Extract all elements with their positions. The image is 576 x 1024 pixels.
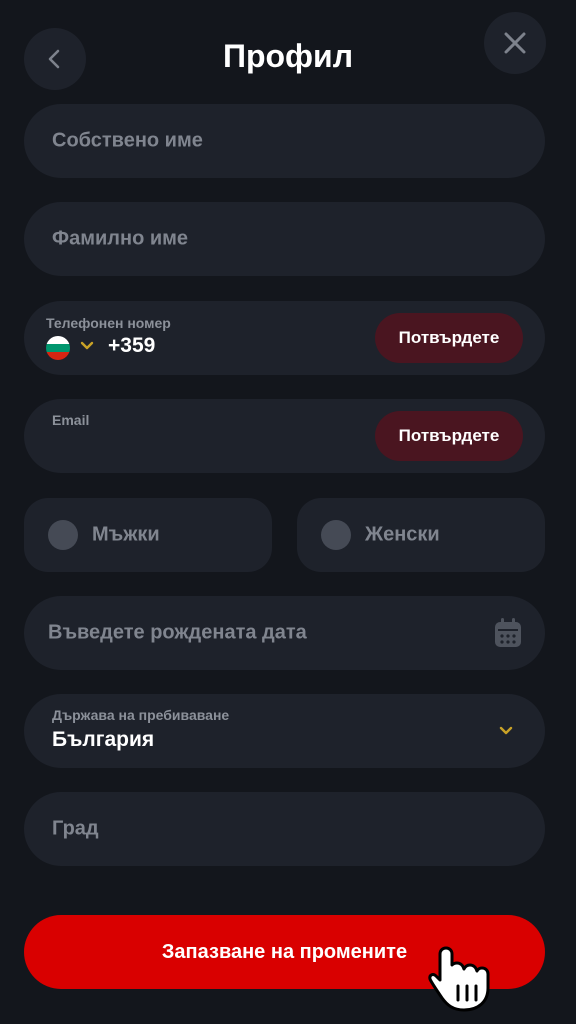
gender-female-option[interactable]: Женски xyxy=(297,498,545,572)
birthdate-field[interactable]: Въведете рождената дата xyxy=(24,596,545,670)
close-icon xyxy=(504,32,526,54)
bulgaria-flag-icon xyxy=(46,336,70,360)
last-name-placeholder: Фамилно име xyxy=(52,227,189,250)
country-field[interactable]: Държава на пребиваване България xyxy=(24,694,545,768)
phone-field[interactable]: Телефонен номер +359 Потвърдете xyxy=(24,301,545,375)
country-code: +359 xyxy=(108,334,156,357)
male-label: Мъжки xyxy=(92,523,160,546)
city-field[interactable]: Град xyxy=(24,792,545,866)
male-radio[interactable] xyxy=(48,520,78,550)
chevron-down-icon[interactable] xyxy=(499,726,513,736)
confirm-email-button[interactable]: Потвърдете xyxy=(375,411,523,461)
close-button[interactable] xyxy=(484,12,546,74)
email-field[interactable]: Email Потвърдете xyxy=(24,399,545,473)
female-label: Женски xyxy=(365,523,440,546)
first-name-placeholder: Собствено име xyxy=(52,129,203,152)
confirm-phone-button[interactable]: Потвърдете xyxy=(375,313,523,363)
birthdate-placeholder: Въведете рождената дата xyxy=(48,621,307,644)
email-label: Email xyxy=(52,412,90,428)
country-label: Държава на пребиваване xyxy=(52,707,230,723)
country-code-chevron-down-icon[interactable] xyxy=(80,341,94,351)
female-radio[interactable] xyxy=(321,520,351,550)
gender-male-option[interactable]: Мъжки xyxy=(24,498,272,572)
calendar-icon[interactable] xyxy=(493,617,523,649)
hand-cursor-icon xyxy=(428,946,490,1012)
first-name-field[interactable]: Собствено име xyxy=(24,104,545,178)
profile-screen: Профил Собствено име Фамилно име Телефон… xyxy=(0,0,576,1024)
phone-label: Телефонен номер xyxy=(46,315,171,331)
country-value: България xyxy=(52,728,155,751)
last-name-field[interactable]: Фамилно име xyxy=(24,202,545,276)
city-placeholder: Град xyxy=(52,817,99,840)
